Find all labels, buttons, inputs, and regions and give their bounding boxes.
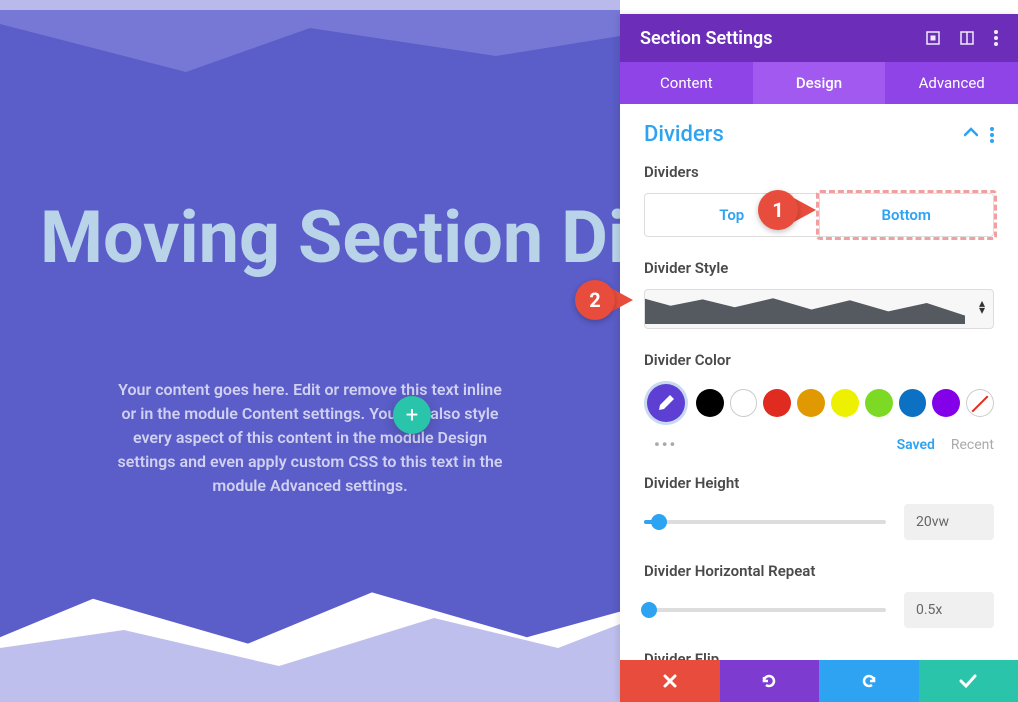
kebab-menu-icon[interactable] <box>994 30 998 46</box>
color-palette <box>644 381 994 425</box>
panel-body: Dividers Dividers Top Bottom Divider Sty… <box>620 104 1018 702</box>
discard-button[interactable] <box>620 660 720 702</box>
undo-icon <box>760 672 778 690</box>
color-swatch-red[interactable] <box>763 389 791 417</box>
save-button[interactable] <box>919 660 1018 702</box>
select-caret-icon: ▴▾ <box>979 300 985 314</box>
color-swatch-orange[interactable] <box>797 389 825 417</box>
hero-body-text: Your content goes here. Edit or remove t… <box>0 378 620 498</box>
hero-title: Moving Section Di <box>0 195 620 280</box>
divider-style-label: Divider Style <box>644 259 994 277</box>
check-icon <box>959 674 977 688</box>
dividers-position-toggle: Top Bottom <box>644 193 994 237</box>
divider-height-value[interactable]: 20vw <box>904 504 994 540</box>
expand-icon[interactable] <box>926 31 940 45</box>
columns-icon[interactable] <box>960 31 974 45</box>
section-background <box>0 10 620 650</box>
divider-height-slider[interactable] <box>644 520 886 524</box>
tab-design[interactable]: Design <box>753 62 886 104</box>
kebab-menu-icon[interactable] <box>990 127 994 143</box>
color-swatch-white[interactable] <box>730 389 758 417</box>
divider-repeat-label: Divider Horizontal Repeat <box>644 562 994 580</box>
plus-icon: + <box>406 403 418 428</box>
saved-colors-tab[interactable]: Saved <box>897 437 935 453</box>
color-picker-button[interactable] <box>644 381 688 425</box>
builder-canvas: Moving Section Di Your content goes here… <box>0 0 620 702</box>
panel-title: Section Settings <box>640 28 926 49</box>
settings-panel: Section Settings Content Design Advanced… <box>620 14 1018 702</box>
callout-bubble: 1 <box>758 190 798 230</box>
tab-content[interactable]: Content <box>620 62 753 104</box>
divider-height-label: Divider Height <box>644 474 994 492</box>
section-dividers-title: Dividers <box>644 122 724 147</box>
panel-tabs: Content Design Advanced <box>620 62 1018 104</box>
divider-repeat-value[interactable]: 0.5x <box>904 592 994 628</box>
eyedropper-icon <box>656 393 676 413</box>
divider-style-select[interactable]: ▴▾ <box>644 289 994 329</box>
close-icon <box>663 674 677 688</box>
segment-bottom[interactable]: Bottom <box>820 194 994 236</box>
color-swatch-blue[interactable] <box>899 389 927 417</box>
panel-header: Section Settings <box>620 14 1018 62</box>
recent-colors-tab[interactable]: Recent <box>951 437 994 453</box>
redo-icon <box>860 672 878 690</box>
slider-thumb[interactable] <box>651 514 667 530</box>
dividers-label: Dividers <box>644 163 994 181</box>
tab-advanced[interactable]: Advanced <box>885 62 1018 104</box>
segment-bottom-label: Bottom <box>882 206 931 224</box>
divider-repeat-slider[interactable] <box>644 608 886 612</box>
slider-thumb[interactable] <box>641 602 657 618</box>
panel-footer <box>620 660 1018 702</box>
callout-2: 2 <box>575 280 633 320</box>
undo-button[interactable] <box>720 660 820 702</box>
callout-1: 1 <box>758 190 816 230</box>
color-swatch-green[interactable] <box>865 389 893 417</box>
more-colors-button[interactable]: ••• <box>654 435 680 454</box>
divider-style-preview <box>645 296 965 324</box>
color-swatch-purple[interactable] <box>932 389 960 417</box>
chevron-up-icon[interactable] <box>964 127 978 143</box>
divider-color-label: Divider Color <box>644 351 994 369</box>
color-swatch-none[interactable] <box>966 389 994 417</box>
add-module-button[interactable]: + <box>393 396 431 434</box>
redo-button[interactable] <box>819 660 919 702</box>
callout-bubble: 2 <box>575 280 615 320</box>
color-swatch-yellow[interactable] <box>831 389 859 417</box>
color-swatch-black[interactable] <box>696 389 724 417</box>
